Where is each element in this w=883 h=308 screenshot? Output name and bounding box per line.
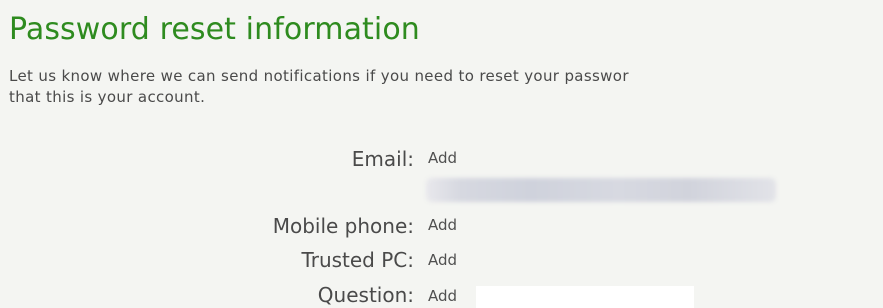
mobile-phone-label: Mobile phone: (272, 214, 414, 238)
trusted-pc-label: Trusted PC: (301, 248, 414, 272)
question-label: Question: (317, 283, 414, 307)
trusted-pc-row: Trusted PC: (0, 247, 414, 273)
question-row: Question: (0, 282, 414, 308)
email-add-link[interactable]: Add (428, 148, 457, 168)
question-area-background (476, 286, 694, 308)
description-line-2: that this is your account. (9, 88, 206, 106)
section-description: Let us know where we can send notificati… (9, 66, 883, 108)
section-title: Password reset information (9, 12, 420, 47)
password-reset-panel: Password reset information Let us know w… (0, 0, 883, 308)
question-add-link[interactable]: Add (428, 286, 457, 306)
mobile-phone-row: Mobile phone: (0, 213, 414, 239)
trusted-pc-add-link[interactable]: Add (428, 250, 457, 270)
obscured-email-address (426, 178, 776, 202)
description-line-1: Let us know where we can send notificati… (9, 67, 629, 85)
mobile-phone-add-link[interactable]: Add (428, 215, 457, 235)
email-row: Email: (0, 146, 414, 172)
email-label: Email: (351, 147, 414, 171)
